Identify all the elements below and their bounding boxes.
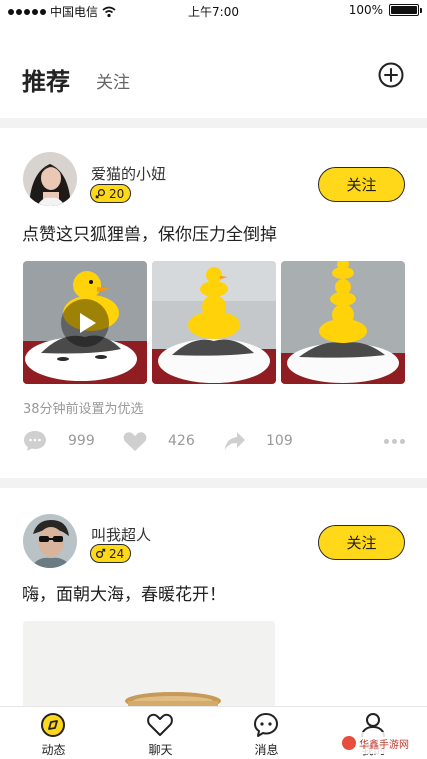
battery-icon [389, 4, 422, 16]
tab-recommend[interactable]: 推荐 [22, 62, 70, 97]
like-icon[interactable] [123, 431, 147, 452]
status-bar: 中国电信 上午7:00 100% [0, 0, 427, 22]
share-count: 109 [266, 433, 293, 449]
post-card: 叫我超人 24 关注 嗨，面朝大海，春暖花开！ [0, 488, 427, 731]
post-text: 嗨，面朝大海，春暖花开！ [22, 585, 226, 605]
username[interactable]: 爱猫的小妞 [91, 163, 166, 184]
post-text: 点赞这只狐狸兽，保你压力全倒掉 [22, 225, 277, 245]
comment-count: 999 [68, 433, 95, 449]
heart-icon [147, 713, 173, 736]
nav-label: 动态 [41, 743, 66, 757]
nav-item-messages[interactable]: 消息 [213, 707, 320, 759]
avatar[interactable] [23, 152, 77, 206]
watermark-text: 华鑫手游网 [359, 739, 409, 751]
avatar[interactable] [23, 514, 77, 568]
nav-item-chat[interactable]: 聊天 [107, 707, 214, 759]
status-right: 100% [348, 3, 422, 17]
post-meta: 38分钟前设置为优选 [23, 402, 144, 417]
follow-label: 关注 [346, 534, 377, 552]
photo-2[interactable] [152, 261, 276, 384]
feed-icon [41, 713, 65, 737]
comment-icon[interactable] [23, 430, 47, 452]
plus-circle-icon[interactable] [378, 62, 404, 88]
nav-label: 聊天 [148, 743, 173, 757]
follow-button[interactable]: 关注 [318, 167, 405, 202]
battery-text: 100% [348, 3, 383, 17]
badge-value: 20 [109, 186, 125, 201]
username[interactable]: 叫我超人 [91, 524, 151, 545]
watermark-logo-icon [342, 736, 356, 750]
like-count: 426 [168, 433, 195, 449]
tab-following[interactable]: 关注 [96, 68, 130, 93]
post-card: 爱猫的小妞 20 关注 点赞这只狐狸兽，保你压力全倒掉 38分钟前设置为优选 9… [0, 128, 427, 478]
section-divider [0, 118, 427, 128]
female-gender-icon [95, 189, 105, 199]
follow-button[interactable]: 关注 [318, 525, 405, 560]
header: 推荐 关注 [0, 22, 427, 118]
photo-3[interactable] [281, 261, 405, 384]
share-icon[interactable] [224, 431, 246, 451]
nav-item-feed[interactable]: 动态 [0, 707, 107, 759]
male-gender-icon [96, 548, 106, 558]
play-video-button[interactable] [61, 299, 109, 347]
badge-value: 24 [109, 546, 125, 561]
follow-label: 关注 [346, 176, 377, 194]
nav-label: 消息 [254, 743, 279, 757]
level-badge: 20 [90, 184, 132, 203]
more-icon[interactable] [384, 439, 405, 444]
message-icon [254, 713, 278, 737]
section-divider [0, 478, 427, 488]
watermark: 华鑫手游网 [338, 732, 422, 754]
photo-1[interactable] [23, 261, 147, 384]
level-badge: 24 [90, 544, 132, 563]
photo-grid [23, 261, 405, 384]
